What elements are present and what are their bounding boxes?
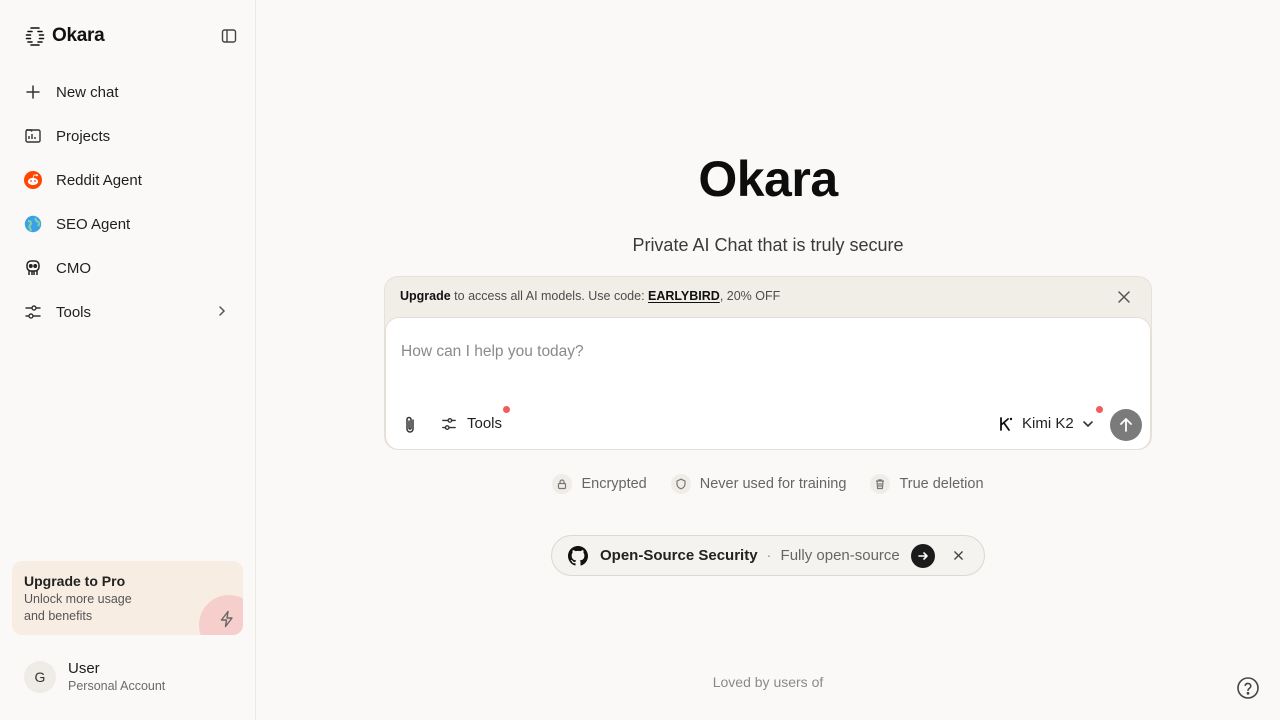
sidebar-item-reddit-agent[interactable]: Reddit Agent [12,158,244,202]
feature-list: Encrypted Never used for training True d… [256,474,1280,494]
tools-label: Tools [467,415,503,432]
send-button[interactable] [1110,409,1142,441]
sidebar-item-cmo[interactable]: CMO [12,246,244,290]
banner-text: to access all AI models. Use code: [450,289,649,303]
model-selector[interactable]: Kimi K2 [998,415,1094,432]
upgrade-banner: Upgrade to access all AI models. Use cod… [400,289,780,303]
sidebar-item-seo-agent[interactable]: SEO Agent [12,202,244,246]
chevron-down-icon [1082,418,1094,430]
user-name: User [68,660,100,677]
projects-icon [24,127,42,145]
lightning-icon [218,610,236,628]
avatar: G [24,660,56,693]
open-source-banner[interactable]: Open-Source Security · Fully open-source [551,535,985,576]
sidebar-item-label: Reddit Agent [56,171,142,189]
paperclip-icon[interactable] [402,415,418,435]
page-title: Okara [698,151,838,207]
plus-icon [24,83,42,101]
upgrade-to-pro-card[interactable]: Upgrade to Pro Unlock more usage and ben… [12,561,243,635]
robot-icon [24,259,42,277]
page-subtitle: Private AI Chat that is truly secure [632,235,904,255]
chat-composer: Upgrade to access all AI models. Use cod… [384,276,1152,450]
feature-true-deletion: True deletion [870,474,984,494]
banner-upgrade-link[interactable]: Upgrade [400,289,451,303]
close-icon[interactable] [1117,290,1131,304]
promo-code[interactable]: EARLYBIRD [648,289,720,303]
sidebar-item-projects[interactable]: Projects [12,114,244,158]
shield-icon [670,474,691,494]
collapse-sidebar-button[interactable] [218,25,240,47]
brand-name: Okara [52,25,105,46]
feature-no-training: Never used for training [670,474,847,494]
tools-notification-dot [503,406,510,413]
model-notification-dot [1096,406,1103,413]
help-icon[interactable] [1236,676,1260,700]
arrow-up-icon [1119,417,1133,433]
kimi-logo-icon [998,416,1014,432]
feature-label: True deletion [899,476,984,492]
loved-by-text: Loved by users of [712,674,824,690]
sidebar-item-tools[interactable]: Tools [12,290,244,334]
model-label: Kimi K2 [1022,415,1074,432]
arrow-right-icon[interactable] [910,543,935,568]
banner-suffix: , 20% OFF [719,289,781,303]
user-account[interactable]: G User Personal Account [24,660,165,693]
sidebar: Okara New chat Projects Reddit Agent SEO… [0,0,256,720]
feature-encrypted: Encrypted [552,474,647,494]
sidebar-nav: New chat Projects Reddit Agent SEO Agent… [12,70,244,334]
message-input[interactable] [401,332,1131,372]
separator: · [766,547,772,564]
globe-icon [24,215,42,233]
sidebar-item-label: SEO Agent [56,215,131,233]
tools-button[interactable]: Tools [441,415,502,432]
sidebar-item-label: New chat [56,83,119,101]
feature-label: Encrypted [581,476,647,492]
sliders-icon [24,303,42,321]
reddit-icon [24,171,42,189]
brand[interactable]: Okara [24,24,105,48]
sidebar-toggle-icon [221,28,237,44]
sidebar-item-new-chat[interactable]: New chat [12,70,244,114]
message-input-box: Tools Kimi K2 [385,317,1151,450]
okara-logo-icon [24,25,46,47]
sliders-icon [441,416,457,432]
open-source-title: Open-Source Security [600,547,758,564]
chevron-right-icon [216,305,228,317]
feature-label: Never used for training [699,476,847,492]
sidebar-item-label: CMO [56,259,91,277]
open-source-subtitle: Fully open-source [780,547,900,564]
user-account-type: Personal Account [68,679,166,693]
trash-icon [870,474,891,494]
github-icon [568,545,588,566]
sidebar-item-label: Projects [56,127,111,145]
lock-icon [552,474,573,494]
upgrade-title: Upgrade to Pro [24,573,126,589]
sidebar-item-label: Tools [56,303,92,321]
upgrade-subtitle: Unlock more usage and benefits [24,592,132,623]
close-icon[interactable] [953,550,964,561]
